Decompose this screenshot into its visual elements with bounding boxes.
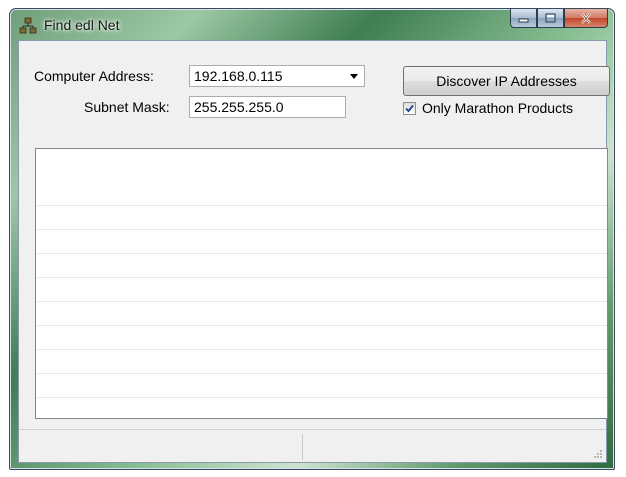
list-gridline xyxy=(36,277,607,278)
checkbox-box[interactable] xyxy=(403,101,416,115)
network-icon xyxy=(19,17,37,34)
only-marathon-products-label: Only Marathon Products xyxy=(422,100,573,116)
subnet-mask-label: Subnet Mask: xyxy=(84,99,170,115)
caption-buttons xyxy=(510,9,608,29)
list-gridline xyxy=(36,229,607,230)
minimize-icon xyxy=(518,18,529,22)
computer-address-label: Computer Address: xyxy=(34,68,154,84)
list-gridline xyxy=(36,205,607,206)
list-gridline xyxy=(36,373,607,374)
list-gridline xyxy=(36,301,607,302)
minimize-button[interactable] xyxy=(510,9,537,28)
client-area: Computer Address: 192.168.0.115 Subnet M… xyxy=(18,40,610,463)
only-marathon-products-checkbox[interactable]: Only Marathon Products xyxy=(403,100,573,116)
status-divider xyxy=(302,434,303,460)
list-gridline xyxy=(36,325,607,326)
results-list[interactable] xyxy=(35,148,608,419)
computer-address-combobox[interactable]: 192.168.0.115 xyxy=(189,65,365,87)
list-gridline xyxy=(36,253,607,254)
chevron-down-icon[interactable] xyxy=(348,70,360,82)
status-bar xyxy=(19,429,606,462)
resize-grip-icon[interactable] xyxy=(593,449,603,459)
title-bar[interactable]: Find edl Net xyxy=(10,9,614,41)
close-icon xyxy=(581,12,591,24)
window-title: Find edl Net xyxy=(44,17,120,33)
subnet-mask-value: 255.255.255.0 xyxy=(194,99,284,115)
checkmark-icon xyxy=(405,104,414,112)
app-window: Find edl Net Computer Address: 192.168.0… xyxy=(9,8,615,470)
discover-ip-addresses-button[interactable]: Discover IP Addresses xyxy=(403,66,610,96)
computer-address-value: 192.168.0.115 xyxy=(194,68,283,84)
maximize-button[interactable] xyxy=(537,9,564,28)
list-gridline xyxy=(36,397,607,398)
maximize-icon xyxy=(545,13,556,23)
close-button[interactable] xyxy=(564,9,608,28)
list-gridline xyxy=(36,349,607,350)
subnet-mask-input[interactable]: 255.255.255.0 xyxy=(189,96,346,118)
